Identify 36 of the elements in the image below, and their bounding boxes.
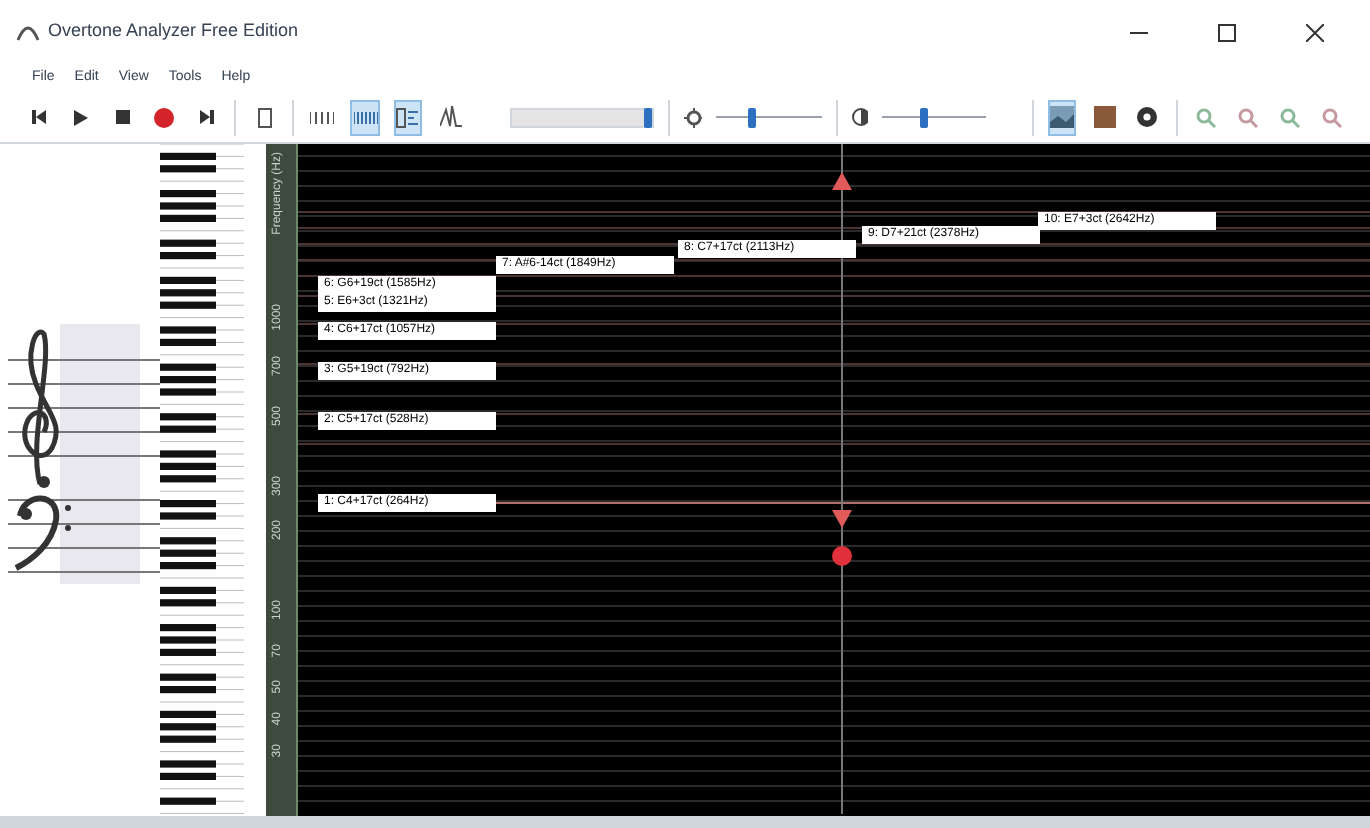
skip-forward-icon [199, 110, 214, 124]
marker-up-icon [832, 172, 852, 190]
slider-thumb[interactable] [919, 107, 928, 127]
volume-slider[interactable] [509, 103, 655, 131]
grid-icon [353, 111, 378, 123]
slider-thumb[interactable] [643, 107, 652, 127]
pitch-dot-icon [832, 546, 852, 566]
contrast-slider[interactable] [881, 103, 987, 131]
piano-roll-button[interactable] [393, 99, 423, 135]
marker-down-icon [832, 510, 852, 528]
zoom-out-icon [1321, 107, 1342, 127]
brightness-icon [684, 107, 702, 127]
window-title: Overtone Analyzer Free Edition [48, 18, 299, 45]
zoom-in-icon [1279, 107, 1300, 127]
contrast-icon [851, 108, 868, 126]
play-icon [73, 109, 88, 125]
minimize-icon [1129, 31, 1147, 33]
slider-thumb[interactable] [748, 107, 757, 127]
maximize-icon [1217, 23, 1235, 41]
page-icon [257, 107, 272, 127]
zoom-out-icon [1237, 107, 1258, 127]
piano-roll-icon [396, 107, 419, 127]
close-icon [1305, 23, 1323, 41]
skip-back-icon [31, 110, 46, 124]
record-icon [154, 107, 175, 127]
color-palette-icon [1094, 106, 1116, 128]
image-icon [1050, 106, 1075, 128]
settings-icon [1136, 106, 1159, 128]
spectrum-icon [439, 106, 462, 128]
brightness-slider[interactable] [715, 103, 822, 131]
app-logo-icon [16, 23, 40, 41]
grid-icon [310, 111, 335, 123]
zoom-in-icon [1195, 107, 1216, 127]
stop-icon [115, 110, 130, 124]
fine-grid-button[interactable] [350, 99, 380, 135]
spectrogram-button[interactable] [1048, 99, 1077, 135]
